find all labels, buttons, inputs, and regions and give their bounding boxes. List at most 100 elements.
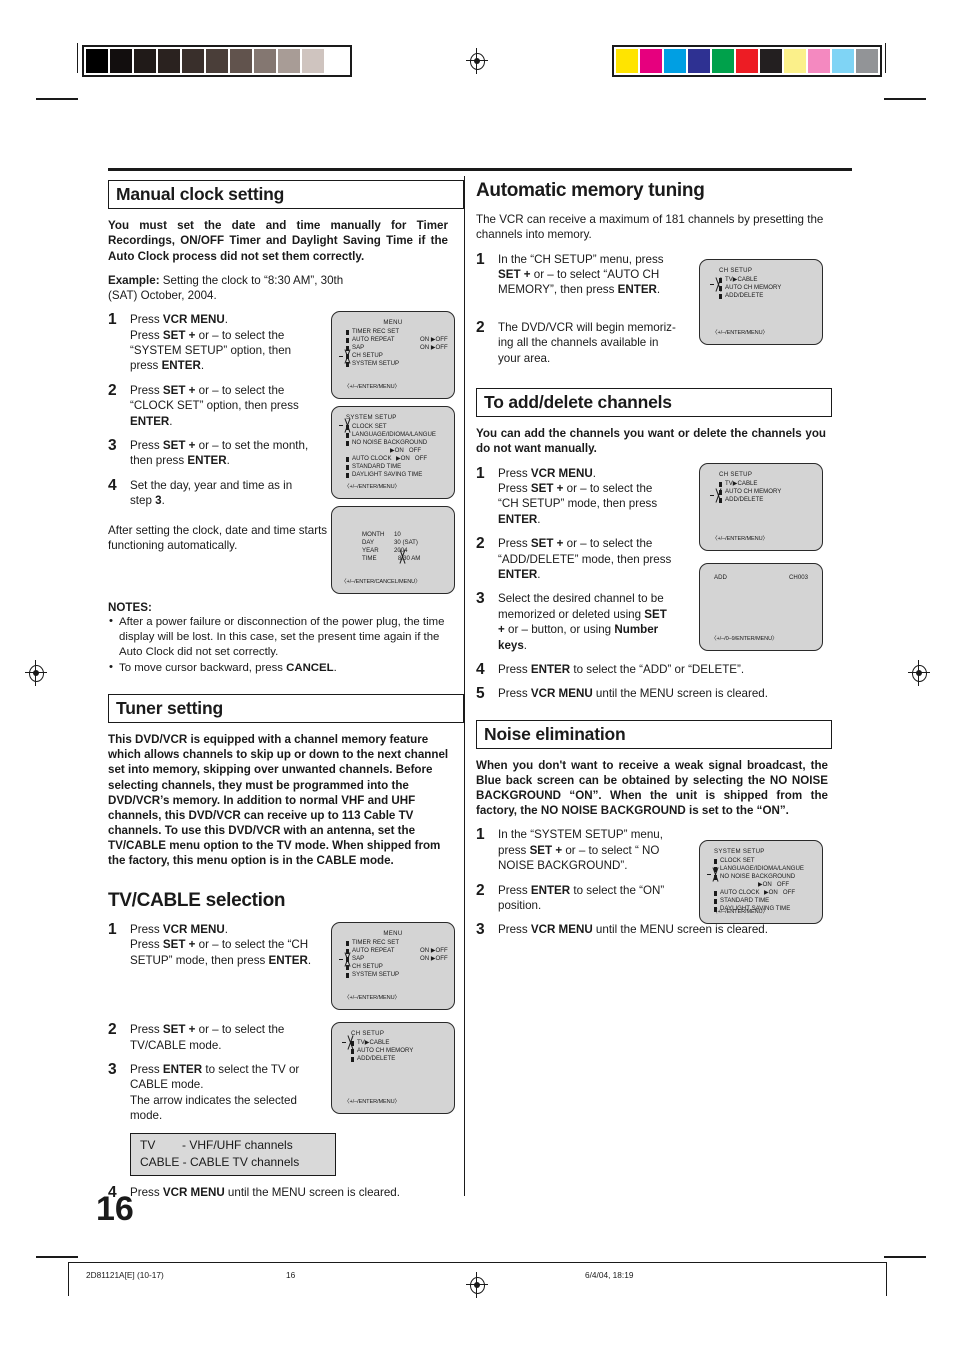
calibration-swatch (712, 49, 734, 73)
footer-page-number: 16 (286, 1270, 296, 1280)
tuner-setting-intro: This DVD/VCR is equipped with a channel … (108, 733, 449, 867)
osd-footer: 〈+/–/ENTER/MENU〉 (344, 1098, 401, 1105)
calibration-swatch (856, 49, 878, 73)
osd-ch-setup-auto-memory: CH SETUP TV▶CABLE AUTO CH MEMORY ADD/DEL… (699, 259, 823, 345)
step-item: 4 Set the day, year and time as in step 3… (108, 477, 345, 509)
osd-item: SAP ON ▶OFF (346, 955, 454, 963)
step-text: Press VCR MENU. Press SET + or – to selec… (130, 313, 292, 373)
osd-channel-number: CH003 (789, 574, 808, 581)
osd-item: AUTO CLOCK ▶ON OFF (346, 455, 454, 463)
manual-clock-example: Example: Setting the clock to “8:30 AM”,… (108, 273, 358, 304)
osd-item: SAP ON ▶OFF (346, 344, 454, 352)
auto-memory-intro: The VCR can receive a maximum of 181 cha… (476, 213, 824, 242)
osd-item: STANDARD TIME (714, 897, 822, 905)
osd-item: TV▶CABLE (351, 1039, 454, 1047)
step-text: Press ENTER to select the “ADD” or “DELE… (498, 663, 745, 676)
color-calibration-bar (612, 45, 882, 77)
step-number: 3 (476, 921, 485, 939)
osd-value: ON ▶OFF (420, 955, 448, 963)
osd-cursor-icon (339, 952, 356, 967)
osd-item: STANDARD TIME (346, 463, 454, 471)
footer-edge-mark (68, 1262, 69, 1296)
registration-target (25, 660, 47, 686)
step-text: Press SET + or – to select the TV/CABLE m… (130, 1023, 285, 1052)
osd-footer: 〈+/–/ENTER/MENU〉 (712, 535, 769, 542)
footer-edge-mark (886, 1262, 887, 1296)
osd-value: ON ▶OFF (420, 336, 448, 344)
footer-date: 6/4/04, 18:19 (585, 1270, 634, 1280)
osd-item: CH SETUP (346, 963, 454, 971)
calibration-swatch (278, 49, 300, 73)
step-item: 4 Press ENTER to select the “ADD” or “DE… (476, 661, 848, 678)
calibration-swatch (158, 49, 180, 73)
osd-item: TIMER REC SET (346, 328, 454, 336)
osd-title: CH SETUP (719, 267, 753, 274)
step-text: Press VCR MENU. Press SET + or – to selec… (130, 922, 312, 967)
section-title-automatic-memory-tuning: Automatic memory tuning (476, 180, 705, 201)
step-number: 3 (108, 1060, 117, 1078)
osd-item: SYSTEM SETUP (346, 360, 454, 368)
osd-menu-system-setup: MENU TIMER REC SET AUTO REPEAT ON ▶OFF SA… (331, 311, 455, 399)
step-item: 2 Press SET + or – to select the TV/CABLE… (108, 1021, 348, 1053)
section-title-tuner-setting: Tuner setting (108, 693, 464, 724)
step-item: 3 Press ENTER to select the TV or CABLE m… (108, 1060, 348, 1124)
crop-mark (36, 98, 78, 100)
osd-row-label: MONTH (362, 531, 385, 538)
calibration-swatch (640, 49, 662, 73)
step-text: Press SET + or – to set the month, then p… (130, 439, 309, 468)
osd-item: AUTO REPEAT ON ▶OFF (346, 336, 454, 344)
step-number: 2 (108, 1021, 117, 1039)
column-divider (464, 176, 465, 1196)
calibration-swatch (760, 49, 782, 73)
osd-footer: 〈+/–/0–9/ENTER/MENU〉 (711, 635, 778, 642)
osd-cursor-icon (342, 1035, 359, 1050)
footer-rule (68, 1262, 886, 1263)
osd-row-value: 30 (SAT) (394, 539, 418, 546)
step-text: Select the desired channel to be memorize… (498, 592, 667, 652)
step-number: 1 (476, 826, 485, 844)
step-number: 2 (476, 535, 485, 553)
step-number: 3 (476, 590, 485, 608)
step-text: Press VCR MENU until the MENU screen is … (498, 923, 768, 937)
calibration-swatch (736, 49, 758, 73)
step-item: 1 In the “SYSTEM SETUP” menu, press SET +… (476, 826, 698, 873)
step-item: 5 Press VCR MENU until the MENU screen i… (476, 685, 848, 702)
osd-item: AUTO CH MEMORY (351, 1047, 454, 1055)
osd-item: AUTO REPEAT ON ▶OFF (346, 947, 454, 955)
step-item: 1 Press VCR MENU. Press SET + or – to sel… (108, 311, 345, 374)
osd-cursor-icon (707, 867, 724, 882)
crop-mark (884, 1256, 926, 1258)
calibration-swatch (832, 49, 854, 73)
step-item: 3 Press VCR MENU until the MENU screen i… (476, 921, 848, 938)
section-title-to-add-delete-channels: To add/delete channels (476, 388, 832, 418)
step-number: 2 (476, 881, 485, 899)
grayscale-calibration-bar (82, 45, 352, 77)
osd-row-label: DAY (362, 539, 375, 546)
tv-cable-mode-box: TV - VHF/UHF channels CABLE - CABLE TV c… (130, 1132, 336, 1177)
osd-value-row: ▶ON OFF (390, 447, 422, 455)
osd-value: ON ▶OFF (420, 344, 448, 352)
section-title-manual-clock-setting: Manual clock setting (108, 180, 464, 210)
osd-item: CH SETUP (346, 352, 454, 360)
step-number: 2 (476, 318, 485, 336)
calibration-swatch (688, 49, 710, 73)
osd-item: TV▶CABLE (719, 276, 822, 284)
osd-row-label: TIME (362, 555, 377, 562)
note-item: • To move cursor backward, press CANCEL. (108, 661, 459, 676)
calibration-swatch (206, 49, 228, 73)
footer-document-code: 2D81121A[E] (10-17) (86, 1270, 164, 1280)
mode-box-line: CABLE - CABLE TV channels (140, 1154, 300, 1169)
osd-item: ADD/DELETE (719, 292, 822, 300)
osd-cursor-icon (339, 418, 356, 433)
step-number: 1 (476, 464, 485, 482)
osd-title: MENU (383, 319, 403, 326)
calibration-swatch (326, 49, 348, 73)
header-rule (108, 168, 852, 171)
osd-item: TV▶CABLE (719, 480, 822, 488)
section-title-noise-elimination: Noise elimination (476, 719, 832, 750)
step-number: 1 (476, 250, 485, 268)
calibration-swatch (302, 49, 324, 73)
calibration-swatch (664, 49, 686, 73)
add-delete-intro: You can add the channels you want or del… (476, 427, 826, 456)
osd-item: AUTO CLOCK ▶ON OFF (714, 889, 822, 897)
